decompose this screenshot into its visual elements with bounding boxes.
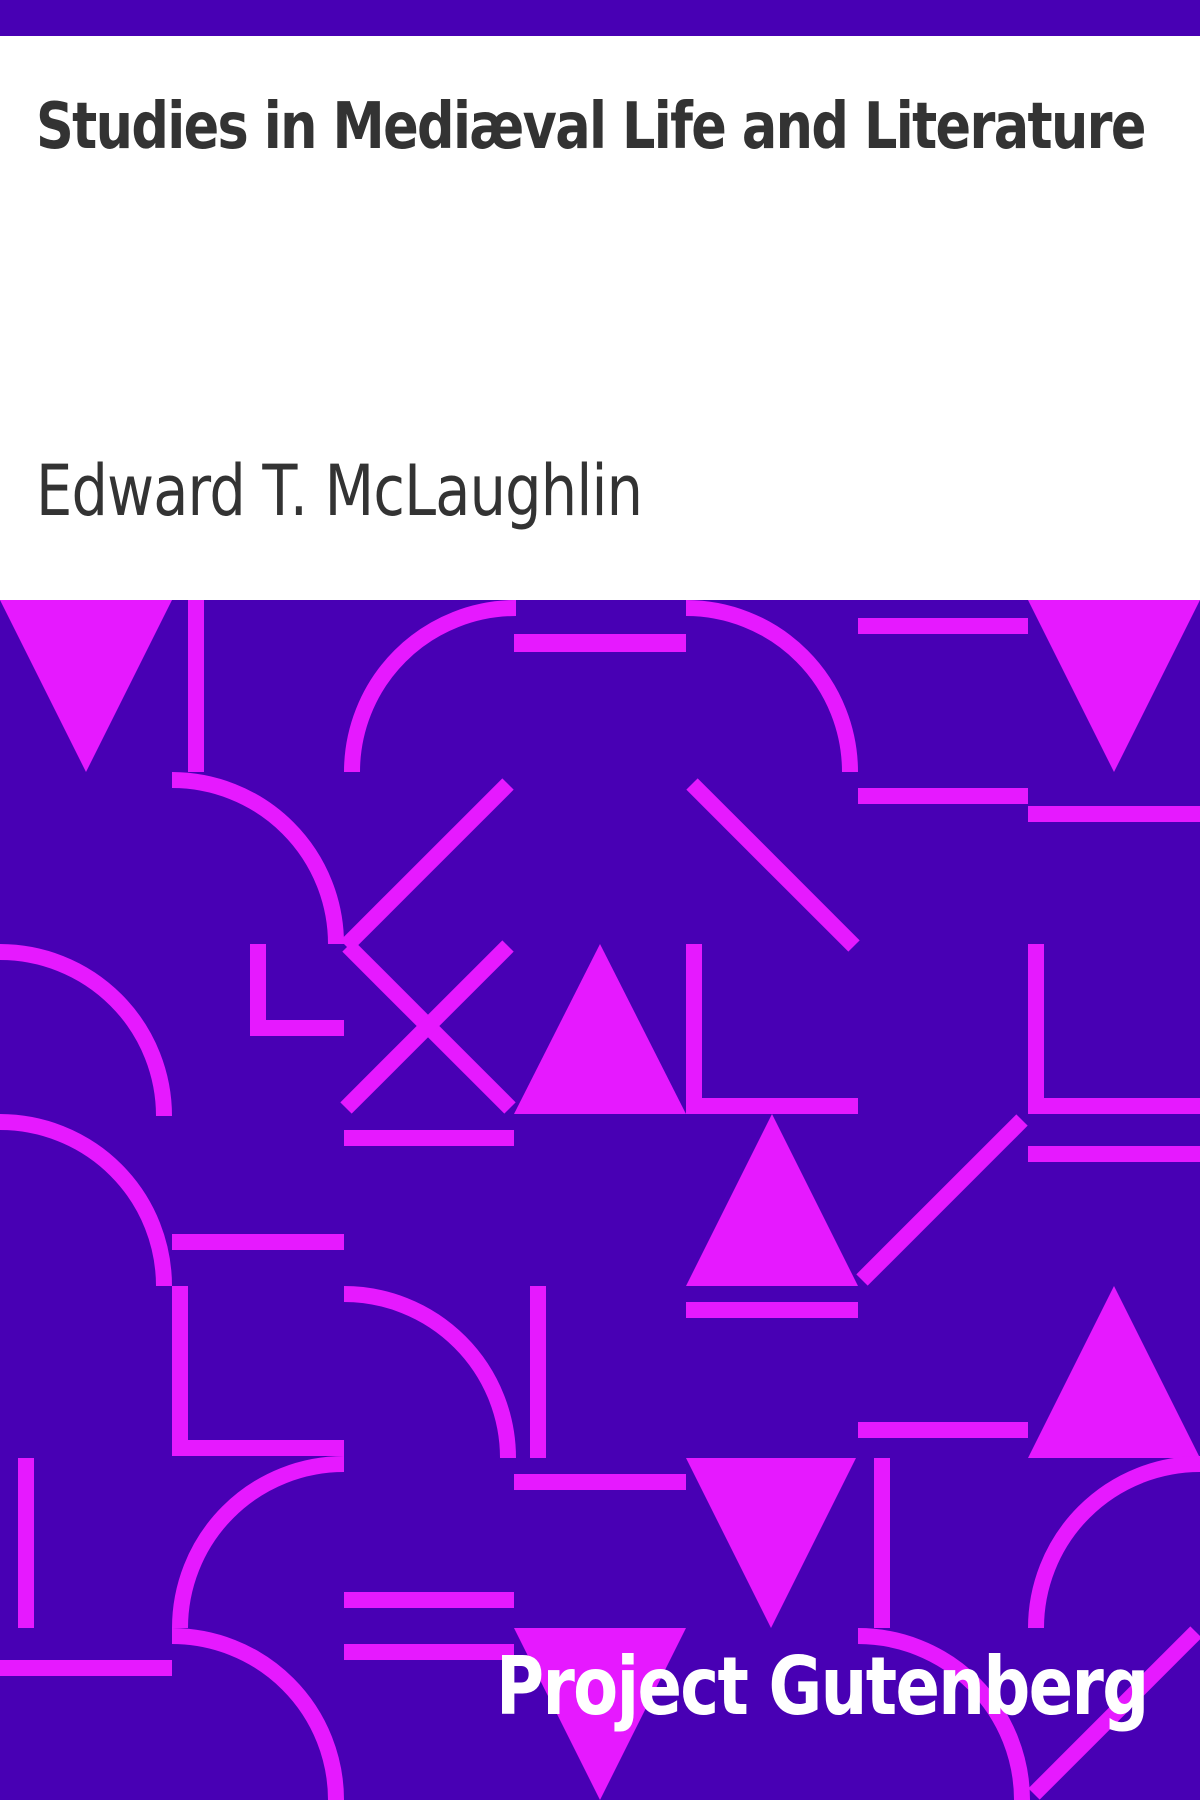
- diagonal-line-shape: [856, 1114, 1028, 1286]
- arc-shape: [344, 600, 517, 773]
- geometric-pattern: [0, 600, 1200, 1800]
- horizontal-bar-shape: [1028, 806, 1200, 822]
- triangle-up-shape: [686, 1114, 858, 1286]
- vertical-bar-shape: [18, 1458, 34, 1628]
- arc-shape: [1028, 1456, 1200, 1629]
- horizontal-bar-shape: [344, 1130, 514, 1146]
- l-shape-horizontal: [172, 1440, 344, 1456]
- vertical-bar-shape: [530, 1286, 546, 1458]
- arc-shape: [343, 1286, 516, 1459]
- vertical-bar-shape: [874, 1458, 890, 1628]
- triangle-down-shape: [686, 1458, 856, 1628]
- diagonal-line-shape: [686, 778, 860, 952]
- l-shape-vertical: [250, 944, 266, 1020]
- arc-shape: [171, 1628, 344, 1800]
- book-cover: Studies in Mediæval Life and Literature …: [0, 0, 1200, 1800]
- pattern-svg: [0, 600, 1200, 1800]
- l-shape-vertical: [686, 944, 702, 1114]
- arc-shape: [0, 1114, 172, 1287]
- l-shape-horizontal: [1028, 1098, 1200, 1114]
- arc-shape: [172, 1456, 345, 1629]
- horizontal-bar-shape: [172, 1234, 344, 1250]
- arc-shape: [171, 772, 344, 945]
- horizontal-bar-shape: [858, 788, 1028, 804]
- horizontal-bar-shape: [0, 1660, 172, 1676]
- horizontal-bar-shape: [858, 1422, 1028, 1438]
- book-title: Studies in Mediæval Life and Literature: [36, 90, 1147, 164]
- horizontal-bar-shape: [344, 1644, 514, 1660]
- triangle-down-shape: [1028, 600, 1200, 772]
- horizontal-bar-shape: [858, 618, 1028, 634]
- top-color-band: [0, 0, 1200, 36]
- diagonal-line-shape: [340, 778, 514, 952]
- l-shape-horizontal: [686, 1098, 858, 1114]
- horizontal-bar-shape: [514, 1474, 686, 1490]
- vertical-bar-shape: [188, 600, 204, 772]
- horizontal-bar-shape: [344, 1592, 514, 1608]
- l-shape-vertical: [172, 1286, 188, 1456]
- arc-shape: [0, 944, 172, 1117]
- triangle-up-shape: [514, 944, 686, 1114]
- triangle-up-shape: [1028, 1286, 1200, 1458]
- l-shape-horizontal: [250, 1020, 344, 1036]
- horizontal-bar-shape: [686, 1302, 858, 1318]
- arc-shape: [685, 600, 858, 773]
- horizontal-bar-shape: [514, 634, 686, 652]
- book-author: Edward T. McLaughlin: [36, 450, 643, 532]
- triangle-down-shape: [0, 600, 172, 772]
- l-shape-vertical: [1028, 944, 1044, 1114]
- horizontal-bar-shape: [1028, 1146, 1200, 1162]
- publisher-name: Project Gutenberg: [496, 1640, 1149, 1733]
- pattern-stroked-shapes: [0, 600, 1200, 1800]
